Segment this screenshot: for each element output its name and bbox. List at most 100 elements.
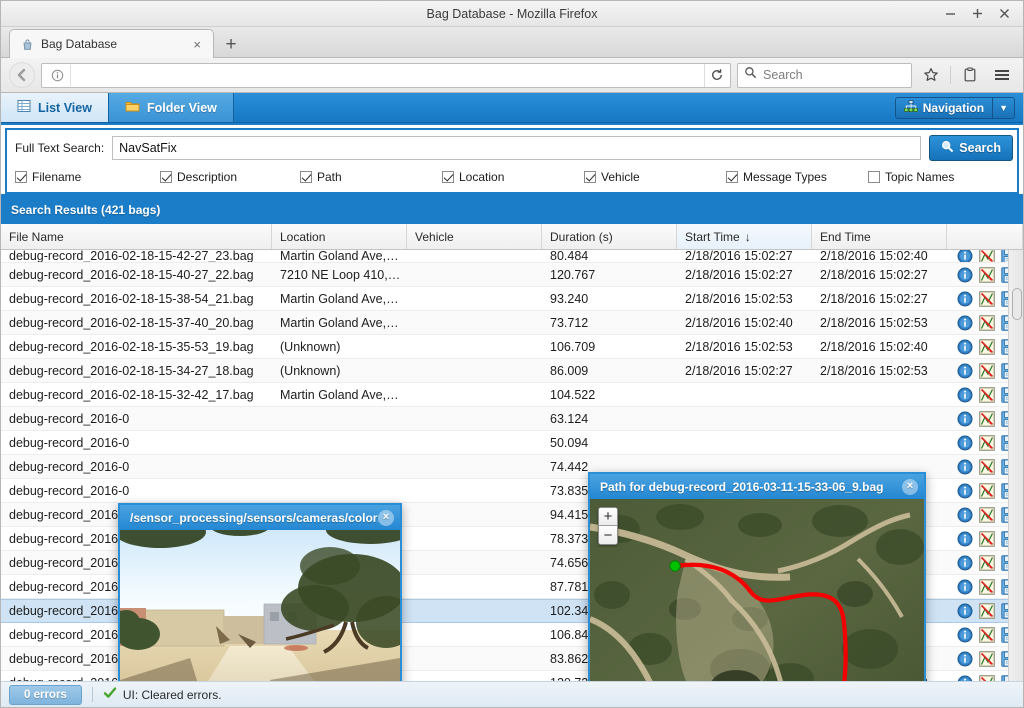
map-popup-close-icon[interactable]: ×	[902, 478, 918, 495]
column-header-location[interactable]: Location	[272, 224, 407, 249]
map-path-icon[interactable]	[979, 362, 995, 379]
filter-topic-names-checkbox[interactable]	[868, 171, 880, 183]
column-header-start-time[interactable]: Start Time ↓	[677, 224, 812, 249]
image-popup-close-icon[interactable]: ×	[378, 509, 394, 526]
map-path-icon[interactable]	[979, 506, 995, 523]
new-tab-button[interactable]: +	[218, 31, 244, 57]
info-icon[interactable]	[957, 483, 973, 499]
filter-topic-names[interactable]: Topic Names	[868, 170, 954, 184]
map-path-icon[interactable]	[979, 386, 995, 403]
filter-path[interactable]: Path	[300, 170, 442, 184]
filter-filename[interactable]: Filename	[15, 170, 160, 184]
info-icon[interactable]	[957, 507, 973, 523]
info-icon[interactable]	[957, 555, 973, 571]
hamburger-menu-icon[interactable]	[989, 62, 1015, 88]
map-zoom-controls[interactable]: + −	[598, 507, 618, 545]
maximize-button[interactable]	[971, 7, 984, 20]
map-path-icon[interactable]	[979, 674, 995, 681]
map-path-icon[interactable]	[979, 410, 995, 427]
info-icon[interactable]	[957, 250, 973, 262]
url-input[interactable]	[70, 64, 704, 86]
table-row[interactable]: debug-record_2016-02-18-15-34-27_18.bag (…	[1, 359, 1023, 383]
info-icon[interactable]	[957, 627, 973, 643]
navigation-button[interactable]: Navigation ▼	[894, 96, 1015, 119]
column-header-duration[interactable]: Duration (s)	[542, 224, 677, 249]
info-icon[interactable]	[957, 579, 973, 595]
info-icon[interactable]	[957, 267, 973, 283]
filter-vehicle-checkbox[interactable]	[584, 171, 596, 183]
tab-folder-view[interactable]: Folder View	[108, 93, 234, 122]
info-icon[interactable]	[957, 339, 973, 355]
table-scrollbar-thumb[interactable]	[1012, 288, 1022, 320]
table-row[interactable]: debug-record_2016-02-18-15-37-40_20.bag M…	[1, 311, 1023, 335]
info-icon[interactable]	[957, 363, 973, 379]
table-row[interactable]: debug-record_2016-0 50.094	[1, 431, 1023, 455]
info-icon[interactable]	[957, 675, 973, 681]
column-header-end-time[interactable]: End Time	[812, 224, 947, 249]
browser-search-input[interactable]	[763, 68, 924, 82]
url-bar[interactable]	[41, 62, 731, 88]
map-path-icon[interactable]	[979, 290, 995, 307]
filter-filename-checkbox[interactable]	[15, 171, 27, 183]
info-icon[interactable]	[957, 603, 973, 619]
table-row[interactable]: debug-record_2016-02-18-15-38-54_21.bag M…	[1, 287, 1023, 311]
map-canvas[interactable]: + − i	[590, 499, 924, 681]
back-button[interactable]	[9, 62, 35, 88]
map-path-icon[interactable]	[979, 554, 995, 571]
map-path-icon[interactable]	[979, 530, 995, 547]
map-path-icon[interactable]	[979, 434, 995, 451]
tab-list-view[interactable]: List View	[1, 93, 109, 122]
filter-message-types-checkbox[interactable]	[726, 171, 738, 183]
map-path-icon[interactable]	[979, 626, 995, 643]
info-icon[interactable]	[957, 411, 973, 427]
filter-message-types[interactable]: Message Types	[726, 170, 868, 184]
table-scrollbar[interactable]	[1008, 250, 1023, 681]
info-icon[interactable]	[957, 435, 973, 451]
image-popup-titlebar[interactable]: /sensor_processing/sensors/cameras/color…	[120, 505, 400, 530]
filter-description[interactable]: Description	[160, 170, 300, 184]
map-path-icon[interactable]	[979, 314, 995, 331]
table-row[interactable]: debug-record_2016-02-18-15-40-27_22.bag 7…	[1, 263, 1023, 287]
image-preview-popup[interactable]: /sensor_processing/sensors/cameras/color…	[118, 503, 402, 681]
map-popup-titlebar[interactable]: Path for debug-record_2016-03-11-15-33-0…	[590, 474, 924, 499]
table-row[interactable]: debug-record_2016-02-18-15-32-42_17.bag M…	[1, 383, 1023, 407]
filter-location-checkbox[interactable]	[442, 171, 454, 183]
reload-icon[interactable]	[704, 63, 728, 87]
info-icon[interactable]	[957, 651, 973, 667]
minimize-button[interactable]	[944, 7, 957, 20]
map-path-icon[interactable]	[979, 266, 995, 283]
info-icon[interactable]	[957, 531, 973, 547]
map-path-icon[interactable]	[979, 458, 995, 475]
info-icon[interactable]	[957, 315, 973, 331]
column-header-file-name[interactable]: File Name	[1, 224, 272, 249]
map-path-icon[interactable]	[979, 578, 995, 595]
full-text-search-input[interactable]	[112, 136, 922, 160]
chevron-down-icon[interactable]: ▼	[992, 97, 1014, 118]
table-row[interactable]: debug-record_2016-0 63.124	[1, 407, 1023, 431]
filter-vehicle[interactable]: Vehicle	[584, 170, 726, 184]
table-row[interactable]: debug-record_2016-02-18-15-42-27_23.bag M…	[1, 250, 1023, 263]
map-path-icon[interactable]	[979, 482, 995, 499]
path-map-popup[interactable]: Path for debug-record_2016-03-11-15-33-0…	[588, 472, 926, 681]
table-row[interactable]: debug-record_2016-02-18-15-35-53_19.bag (…	[1, 335, 1023, 359]
map-zoom-out-button[interactable]: −	[599, 526, 617, 544]
map-path-icon[interactable]	[979, 603, 995, 619]
filter-path-checkbox[interactable]	[300, 171, 312, 183]
tab-close-icon[interactable]: ×	[189, 37, 205, 52]
browser-tab[interactable]: Bag Database ×	[9, 29, 214, 58]
info-icon[interactable]	[957, 387, 973, 403]
map-path-icon[interactable]	[979, 338, 995, 355]
filter-description-checkbox[interactable]	[160, 171, 172, 183]
filter-location[interactable]: Location	[442, 170, 584, 184]
column-header-vehicle[interactable]: Vehicle	[407, 224, 542, 249]
search-button[interactable]: Search	[929, 135, 1013, 161]
star-icon[interactable]	[918, 62, 944, 88]
error-count-badge[interactable]: 0 errors	[9, 684, 82, 705]
map-path-icon[interactable]	[979, 650, 995, 667]
browser-search-bar[interactable]	[737, 62, 924, 88]
map-path-icon[interactable]	[979, 250, 995, 262]
info-icon[interactable]	[957, 291, 973, 307]
info-icon[interactable]	[957, 459, 973, 475]
identity-info-icon[interactable]	[48, 66, 66, 84]
close-button[interactable]	[998, 7, 1011, 20]
